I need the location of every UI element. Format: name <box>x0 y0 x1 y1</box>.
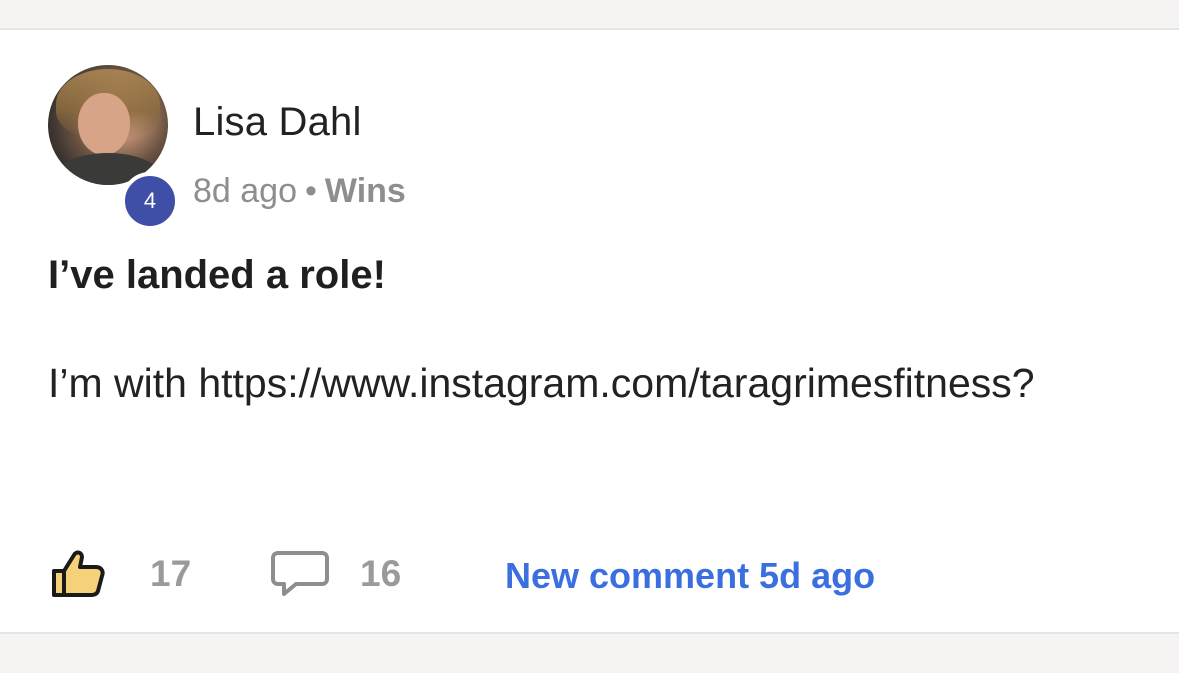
post-title[interactable]: I’ve landed a role! <box>48 253 386 298</box>
post-time: 8d ago <box>193 172 297 210</box>
thumbs-up-icon[interactable] <box>50 547 106 601</box>
avatar-container[interactable]: 4 <box>48 65 179 230</box>
author-name[interactable]: Lisa Dahl <box>193 100 362 145</box>
comment-count: 16 <box>360 553 402 594</box>
top-divider <box>0 0 1179 30</box>
level-badge: 4 <box>121 172 179 230</box>
avatar[interactable] <box>48 65 168 185</box>
post-category[interactable]: Wins <box>325 172 406 210</box>
meta-separator: • <box>305 172 317 210</box>
post-body[interactable]: I’m with https://www.instagram.com/tarag… <box>48 348 1128 418</box>
post-meta: 8d ago • Wins <box>193 172 406 211</box>
avatar-face <box>78 93 130 155</box>
post-card[interactable]: 4 Lisa Dahl 8d ago • Wins I’ve landed a ro… <box>0 30 1179 632</box>
new-comment-link[interactable]: New comment 5d ago <box>505 555 875 597</box>
comment-bubble-icon[interactable] <box>270 549 330 599</box>
like-count: 17 <box>150 553 192 594</box>
bottom-divider <box>0 632 1179 673</box>
